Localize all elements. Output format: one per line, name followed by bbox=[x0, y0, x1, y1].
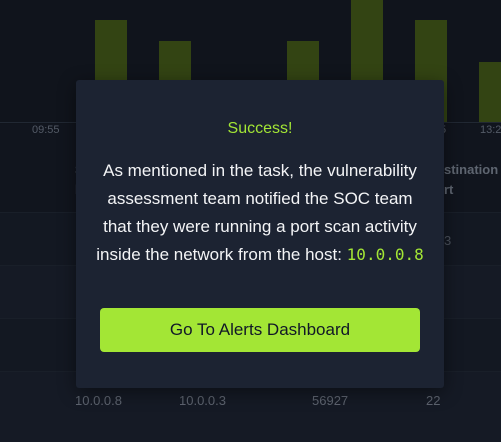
host-ip: 10.0.0.8 bbox=[346, 245, 424, 264]
modal-message: As mentioned in the task, the vulnerabil… bbox=[92, 157, 428, 269]
modal-title: Success! bbox=[227, 120, 293, 137]
page: 09:55 5 13:2 S l stination rt 3 10.0.0.8… bbox=[0, 0, 501, 442]
success-modal: Success! As mentioned in the task, the v… bbox=[76, 80, 444, 388]
go-to-alerts-dashboard-button[interactable]: Go To Alerts Dashboard bbox=[100, 308, 420, 352]
